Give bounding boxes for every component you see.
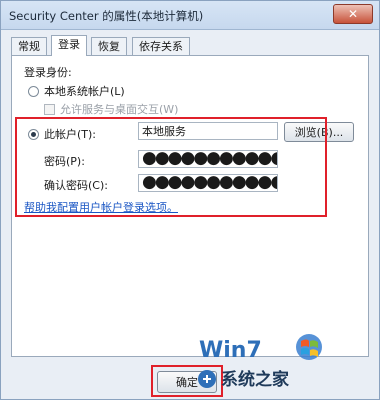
tab-general[interactable]: 常规	[11, 37, 47, 55]
close-button[interactable]: ✕	[333, 4, 373, 24]
local-system-label[interactable]: 本地系统帐户(L)	[44, 83, 125, 99]
tab-dependencies[interactable]: 依存关系	[132, 37, 190, 55]
tab-strip: 常规 登录 恢复 依存关系	[11, 35, 371, 56]
window-title: Security Center 的属性(本地计算机)	[9, 9, 204, 23]
watermark-brand: Win7	[199, 338, 262, 363]
local-system-radio[interactable]	[28, 86, 39, 97]
watermark-site: 系统之家	[221, 369, 289, 390]
account-highlight-box	[15, 117, 327, 217]
interact-desktop-label: 允许服务与桌面交互(W)	[60, 103, 179, 116]
interact-desktop-checkbox	[44, 104, 55, 115]
close-icon: ✕	[347, 7, 359, 21]
title-bar[interactable]: Security Center 的属性(本地计算机) ✕	[1, 1, 379, 30]
site-watermark: Win7 系统之家	[197, 331, 357, 395]
windows-logo-icon: Win7 系统之家	[198, 334, 322, 390]
tab-recovery[interactable]: 恢复	[91, 37, 127, 55]
properties-dialog: Security Center 的属性(本地计算机) ✕ 常规 登录 恢复 依存…	[0, 0, 380, 400]
logon-as-label: 登录身份:	[24, 66, 72, 79]
tab-logon[interactable]: 登录	[51, 35, 87, 56]
